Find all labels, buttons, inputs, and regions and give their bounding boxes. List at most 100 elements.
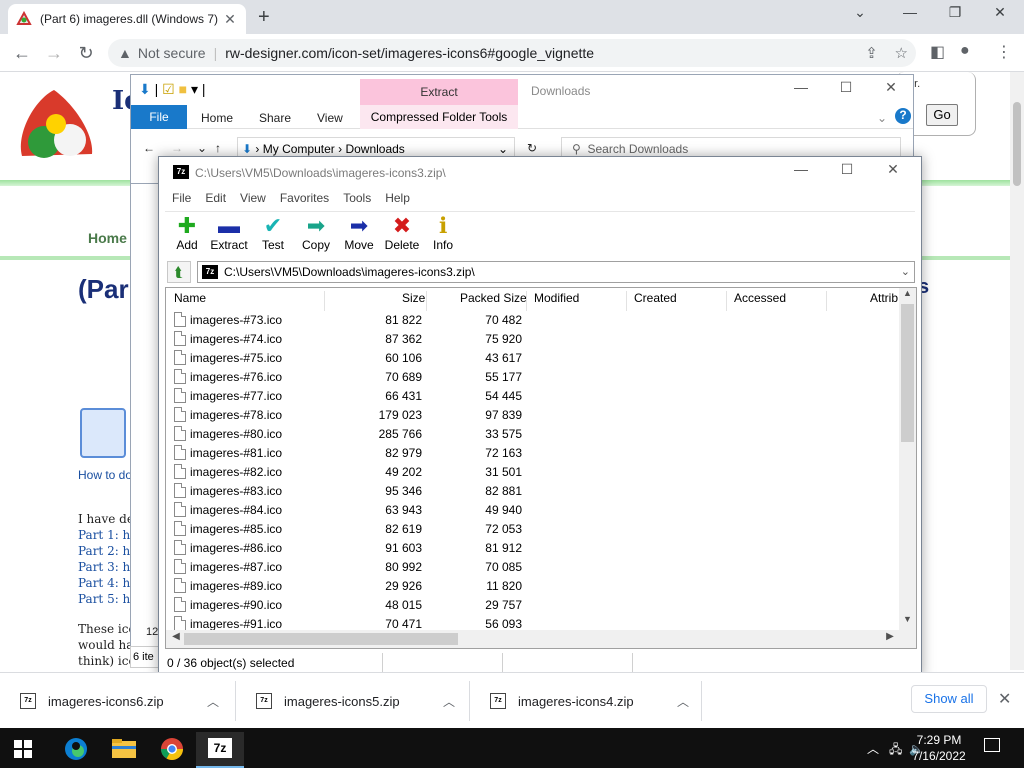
table-row[interactable]: imageres-#76.ico 70 689 55 177 [166, 367, 898, 386]
col-separator[interactable] [426, 291, 427, 311]
col-separator[interactable] [626, 291, 627, 311]
bookmark-star-icon[interactable]: ☆ [895, 45, 908, 62]
path-dropdown-icon[interactable]: ⌄ [901, 265, 910, 278]
ribbon-tab-share[interactable]: Share [259, 111, 291, 125]
add-button[interactable]: ✚ Add [165, 214, 209, 258]
table-row[interactable]: imageres-#84.ico 63 943 49 940 [166, 500, 898, 519]
network-icon[interactable]: 🖧 [889, 742, 902, 756]
ribbon-tab-file[interactable]: File [131, 105, 187, 129]
menu-edit[interactable]: Edit [198, 189, 233, 209]
explorer-forward-icon[interactable]: → [171, 141, 183, 155]
test-button[interactable]: ✔ Test [251, 214, 295, 258]
col-size[interactable]: Size [402, 291, 425, 305]
copy-button[interactable]: ➡ Copy [294, 214, 338, 258]
file-explorer-icon[interactable] [100, 732, 148, 768]
extract-button[interactable]: ▬ Extract [207, 214, 251, 258]
profile-avatar-icon[interactable]: ● [960, 42, 970, 60]
explorer-minimize-icon[interactable]: — [781, 79, 821, 95]
table-row[interactable]: imageres-#81.ico 82 979 72 163 [166, 443, 898, 462]
address-bar[interactable]: ▲ Not secure | rw-designer.com/icon-set/… [108, 39, 916, 67]
explorer-back-icon[interactable]: ← [143, 141, 155, 155]
col-packed-size[interactable]: Packed Size [460, 291, 527, 305]
table-row[interactable]: imageres-#74.ico 87 362 75 920 [166, 329, 898, 348]
table-row[interactable]: imageres-#77.ico 66 431 54 445 [166, 386, 898, 405]
table-row[interactable]: imageres-#82.ico 49 202 31 501 [166, 462, 898, 481]
table-row[interactable]: imageres-#87.ico 80 992 70 085 [166, 557, 898, 576]
browser-tab[interactable]: (Part 6) imageres.dll (Windows 7) ✕ [8, 4, 246, 34]
taskbar-clock[interactable]: 7:29 PM 7/16/2022 [906, 732, 972, 764]
download-options-icon[interactable]: ︿ [198, 693, 228, 710]
file-list-hscrollbar[interactable]: ◀ ▶ [166, 630, 916, 648]
info-button[interactable]: ℹ Info [421, 214, 465, 258]
col-created[interactable]: Created [634, 291, 677, 305]
table-row[interactable]: imageres-#85.ico 82 619 72 053 [166, 519, 898, 538]
page-scrollbar[interactable] [1010, 72, 1024, 670]
7zip-minimize-icon[interactable]: — [781, 161, 821, 177]
nav-home-link[interactable]: Home [88, 230, 127, 246]
ribbon-tab-compressed-tools[interactable]: Compressed Folder Tools [360, 105, 518, 129]
close-download-bar-icon[interactable]: ✕ [998, 689, 1011, 709]
chrome-menu-icon[interactable]: ⋮ [996, 42, 1012, 62]
col-name[interactable]: Name [174, 291, 206, 305]
col-attrib[interactable]: Attrib [870, 291, 898, 305]
explorer-maximize-icon[interactable]: ☐ [826, 79, 866, 96]
share-icon[interactable]: ⇪ [865, 45, 878, 62]
side-panel-icon[interactable]: ◧ [930, 42, 945, 62]
7zip-path-input[interactable]: 7z C:\Users\VM5\Downloads\imageres-icons… [197, 261, 915, 283]
back-icon[interactable]: ← [10, 42, 34, 64]
table-row[interactable]: imageres-#90.ico 48 015 29 757 [166, 595, 898, 614]
col-separator[interactable] [526, 291, 527, 311]
ribbon-collapse-icon[interactable]: ⌄ [877, 111, 887, 125]
go-button[interactable]: Go [926, 104, 958, 126]
move-button[interactable]: ➡ Move [337, 214, 381, 258]
explorer-close-icon[interactable]: ✕ [871, 79, 911, 96]
download-item[interactable]: 7z imageres-icons5.zip ︿ [236, 681, 470, 721]
col-modified[interactable]: Modified [534, 291, 579, 305]
table-row[interactable]: imageres-#80.ico 285 766 33 575 [166, 424, 898, 443]
menu-view[interactable]: View [233, 189, 273, 209]
how-to-link[interactable]: How to do [78, 468, 132, 482]
hscroll-thumb[interactable] [184, 633, 458, 645]
tab-close-icon[interactable]: ✕ [222, 11, 238, 28]
col-separator[interactable] [826, 291, 827, 311]
explorer-recent-icon[interactable]: ⌄ [197, 141, 207, 155]
parent-folder-icon[interactable]: ⮬ [167, 261, 191, 283]
help-icon[interactable]: ? [895, 108, 911, 124]
menu-file[interactable]: File [165, 189, 198, 209]
7zip-taskbar-icon[interactable]: 7z [196, 732, 244, 768]
windows-start-icon[interactable] [14, 740, 32, 758]
new-tab-icon[interactable]: + [258, 6, 270, 29]
table-row[interactable]: imageres-#83.ico 95 346 82 881 [166, 481, 898, 500]
edge-icon[interactable] [52, 732, 100, 768]
breadcrumb-my-computer[interactable]: My Computer [263, 142, 335, 156]
reload-icon[interactable]: ↻ [74, 42, 98, 64]
notification-icon[interactable] [984, 738, 1000, 752]
extract-context-header[interactable]: Extract [360, 79, 518, 105]
menu-help[interactable]: Help [378, 189, 417, 209]
download-options-icon[interactable]: ︿ [668, 693, 698, 710]
table-row[interactable]: imageres-#78.ico 179 023 97 839 [166, 405, 898, 424]
table-row[interactable]: imageres-#73.ico 81 822 70 482 [166, 310, 898, 329]
7zip-maximize-icon[interactable]: ☐ [827, 161, 867, 178]
explorer-up-icon[interactable]: ↑ [215, 141, 221, 155]
close-window-icon[interactable]: ✕ [980, 4, 1020, 21]
breadcrumb-dropdown-icon[interactable]: ⌄ [498, 142, 508, 156]
delete-button[interactable]: ✖ Delete [380, 214, 424, 258]
scroll-down-icon[interactable]: ▼ [899, 614, 916, 630]
ribbon-tab-view[interactable]: View [317, 111, 343, 125]
table-row[interactable]: imageres-#86.ico 91 603 81 912 [166, 538, 898, 557]
quick-access-icons[interactable]: ⬇ | ☑ ■ ▾ | [139, 81, 206, 98]
table-row[interactable]: imageres-#75.ico 60 106 43 617 [166, 348, 898, 367]
tray-overflow-icon[interactable]: ︿ [867, 742, 879, 756]
col-separator[interactable] [324, 291, 325, 311]
file-list-vscrollbar[interactable]: ▲ ▼ [899, 288, 916, 630]
download-options-icon[interactable]: ︿ [434, 693, 464, 710]
restore-icon[interactable]: ❐ [935, 4, 975, 21]
menu-favorites[interactable]: Favorites [273, 189, 336, 209]
menu-tools[interactable]: Tools [336, 189, 378, 209]
not-secure-label[interactable]: Not secure [138, 45, 206, 61]
ribbon-tab-home[interactable]: Home [201, 111, 233, 125]
scroll-left-icon[interactable]: ◀ [168, 631, 184, 642]
page-scroll-thumb[interactable] [1013, 102, 1021, 186]
breadcrumb-downloads[interactable]: Downloads [345, 142, 404, 156]
